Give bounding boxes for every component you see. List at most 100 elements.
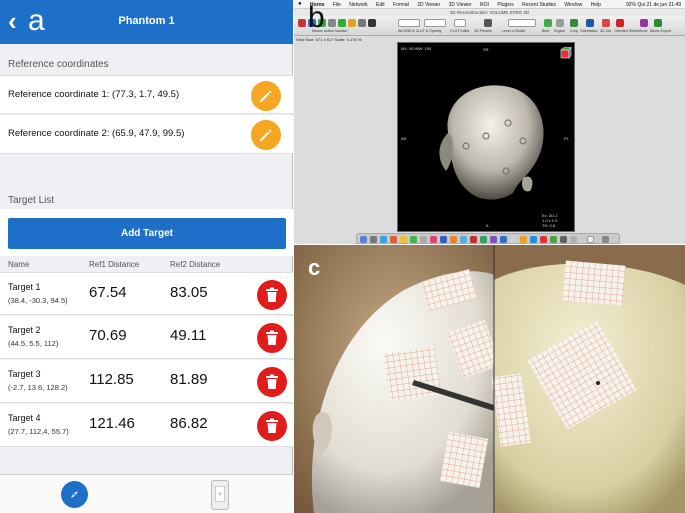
tool-icon[interactable] <box>298 19 306 27</box>
table-row[interactable]: Target 2 (44.5, 5.5, 112) 70.69 49.11 <box>0 316 293 359</box>
menu-item[interactable]: Help <box>591 2 601 8</box>
movie-icon[interactable] <box>640 19 648 27</box>
panel-label-b: b <box>308 1 325 34</box>
tool-icon[interactable] <box>338 19 346 27</box>
menu-item[interactable]: File <box>333 2 341 8</box>
dock-app-icon[interactable] <box>480 236 487 243</box>
menu-item[interactable]: 2D Viewer <box>417 2 440 8</box>
reference-row-1: Reference coordinate 1: (77.3, 1.7, 49.5… <box>0 75 293 114</box>
grid-sticker <box>439 431 489 489</box>
tool-icon[interactable] <box>368 19 376 27</box>
menu-item[interactable]: Network <box>349 2 367 8</box>
dock-app-icon[interactable] <box>450 236 457 243</box>
clut-editor-button[interactable] <box>454 19 466 27</box>
add-target-button[interactable]: Add Target <box>8 218 286 249</box>
toolbar-label: Crop <box>570 29 578 33</box>
dock-app-icon[interactable] <box>420 236 427 243</box>
table-row[interactable]: Target 3 (-2.7, 13.6, 128.2) 112.85 81.8… <box>0 360 293 403</box>
toolbar: Mouse button function WL/WW & CLUT & Opa… <box>294 16 685 36</box>
dock-app-icon[interactable] <box>540 236 547 243</box>
dock-app-icon[interactable] <box>360 236 367 243</box>
dock-app-icon[interactable] <box>470 236 477 243</box>
rendered-head-model <box>439 85 544 200</box>
toolbar-label: Movie <box>638 29 648 33</box>
edit-reference-1-button[interactable] <box>251 81 281 111</box>
phantom-photo-left <box>294 245 685 513</box>
clut-select[interactable] <box>424 19 446 27</box>
ref2-distance: 86.82 <box>170 415 208 432</box>
movie-export-icon[interactable] <box>654 19 662 27</box>
engine-icon[interactable] <box>556 19 564 27</box>
dock-app-icon[interactable] <box>410 236 417 243</box>
orientation-cube-icon[interactable] <box>560 47 572 59</box>
target-coords: (38.4, -30.3, 94.5) <box>8 296 68 305</box>
dock-app-icon[interactable] <box>370 236 377 243</box>
target-coords: (-2.7, 13.6, 128.2) <box>8 383 68 392</box>
menu-item[interactable]: 3D Viewer <box>449 2 472 8</box>
dock-app-icon[interactable] <box>430 236 437 243</box>
wlww-select[interactable] <box>398 19 420 27</box>
menu-item[interactable]: Window <box>564 2 582 8</box>
3d-viewer[interactable]: WL: 50 WW: 100 SR AR PL IL Ex: 2D-1 1.0 … <box>397 42 575 232</box>
apple-icon[interactable]: ● <box>298 1 302 7</box>
dock-app-icon[interactable] <box>570 236 577 243</box>
edit-reference-2-button[interactable] <box>251 120 281 150</box>
dock-app-icon[interactable] <box>510 236 517 243</box>
delete-target-4-button[interactable] <box>257 411 287 441</box>
oriented-slider-icon[interactable] <box>616 19 624 27</box>
dock-app-icon[interactable] <box>550 236 557 243</box>
ref1-distance: 70.69 <box>89 327 127 344</box>
dock-app-icon[interactable] <box>390 236 397 243</box>
delete-target-3-button[interactable] <box>257 367 287 397</box>
target-coords: (44.5, 5.5, 112) <box>8 339 59 348</box>
menu-item[interactable]: Format <box>393 2 409 8</box>
grid-sticker <box>562 260 626 306</box>
ref1-distance: 112.85 <box>89 371 134 388</box>
presets-icon[interactable] <box>484 19 492 27</box>
tab-navigation[interactable] <box>61 481 88 508</box>
toolbar-label: 3D Presets <box>474 29 492 33</box>
dock-app-icon[interactable] <box>380 236 387 243</box>
delete-target-1-button[interactable] <box>257 280 287 310</box>
dock-app-icon[interactable] <box>520 236 527 243</box>
toolbar-label: Engine <box>554 29 566 33</box>
trash-icon <box>266 374 278 389</box>
reference-section-heading: Reference coordinates <box>8 59 109 70</box>
table-row[interactable]: Target 1 (38.4, -30.3, 94.5) 67.54 83.05 <box>0 272 293 315</box>
menu-item[interactable]: Edit <box>376 2 385 8</box>
tool-icon[interactable] <box>348 19 356 27</box>
best-icon[interactable] <box>544 19 552 27</box>
delete-target-2-button[interactable] <box>257 323 287 353</box>
window-title: 3D Reconstruction: VOLUME STRO 3D <box>294 9 685 16</box>
desktop-screenshot-panel: ● Horos File Network Edit Format 2D View… <box>294 0 685 244</box>
phantom-photos-panel: c <box>294 245 685 513</box>
dock <box>356 233 620 244</box>
dock-app-icon[interactable] <box>587 236 594 243</box>
crop-icon[interactable] <box>570 19 578 27</box>
dock-app-icon[interactable] <box>490 236 497 243</box>
tool-icon[interactable] <box>328 19 336 27</box>
tab-device[interactable]: + <box>211 480 229 510</box>
dock-app-icon[interactable] <box>560 236 567 243</box>
tool-icon[interactable] <box>358 19 366 27</box>
dock-app-icon[interactable] <box>400 236 407 243</box>
dock-app-icon[interactable] <box>440 236 447 243</box>
orientation-icon[interactable] <box>586 19 594 27</box>
mobile-app-panel: ‹ a Phantom 1 Reference coordinates Refe… <box>0 0 293 513</box>
dock-app-icon[interactable] <box>460 236 467 243</box>
menu-item[interactable]: ROI <box>480 2 489 8</box>
3d-ctrl-icon[interactable] <box>602 19 610 27</box>
table-row[interactable]: Target 4 (27.7, 112.4, 55.7) 121.46 86.8… <box>0 404 293 447</box>
device-icon: + <box>215 486 225 502</box>
column-header-ref1: Ref1 Distance <box>89 260 140 269</box>
trash-bin-icon[interactable] <box>602 236 609 243</box>
level-of-detail-slider[interactable] <box>508 19 536 27</box>
menu-item[interactable]: Recent Studies <box>522 2 556 8</box>
view-info: View Size: 671 x 617 Scale: 0.178 % <box>296 37 362 42</box>
menu-item[interactable]: Plugins <box>497 2 513 8</box>
dock-app-icon[interactable] <box>530 236 537 243</box>
dock-app-icon[interactable] <box>500 236 507 243</box>
pencil-icon <box>260 129 272 141</box>
target-name: Target 2 <box>8 325 41 335</box>
ref2-distance: 81.89 <box>170 371 208 388</box>
